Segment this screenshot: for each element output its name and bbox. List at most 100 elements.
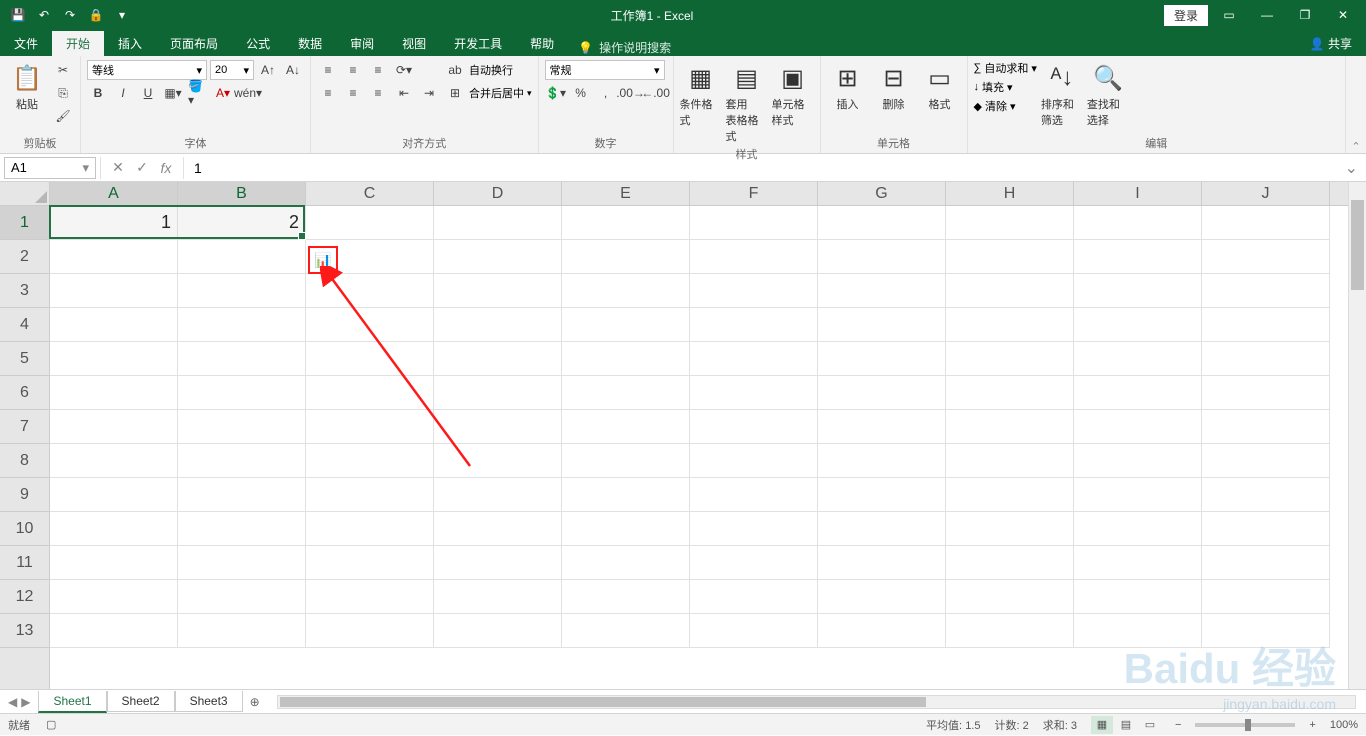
row-header-3[interactable]: 3 xyxy=(0,274,49,308)
cell[interactable] xyxy=(306,444,434,478)
cell[interactable] xyxy=(50,478,178,512)
cell[interactable] xyxy=(50,376,178,410)
cell[interactable] xyxy=(306,580,434,614)
row-header-10[interactable]: 10 xyxy=(0,512,49,546)
cell[interactable] xyxy=(946,308,1074,342)
decrease-decimal-button[interactable]: ←.00 xyxy=(645,83,667,103)
cell[interactable] xyxy=(50,240,178,274)
sheet-tab-3[interactable]: Sheet3 xyxy=(175,691,243,712)
increase-decimal-button[interactable]: .00→ xyxy=(620,83,642,103)
tab-insert[interactable]: 插入 xyxy=(104,31,156,56)
cell[interactable] xyxy=(690,376,818,410)
cell[interactable] xyxy=(306,478,434,512)
font-color-button[interactable]: A▾ xyxy=(212,83,234,103)
font-size-select[interactable]: 20▾ xyxy=(210,60,254,80)
undo-button[interactable]: ↶ xyxy=(32,3,56,27)
accounting-button[interactable]: 💲▾ xyxy=(545,83,567,103)
clear-button[interactable]: ◆清除▾ xyxy=(974,98,1037,114)
cell[interactable] xyxy=(1202,240,1330,274)
align-left-button[interactable]: ≡ xyxy=(317,83,339,103)
delete-cells-button[interactable]: ⊟删除 xyxy=(873,58,915,112)
save-button[interactable]: 💾 xyxy=(6,3,30,27)
align-middle-button[interactable]: ≡ xyxy=(342,60,364,80)
cell[interactable] xyxy=(50,580,178,614)
col-header-J[interactable]: J xyxy=(1202,182,1330,205)
bold-button[interactable]: B xyxy=(87,83,109,103)
decrease-indent-button[interactable]: ⇤ xyxy=(393,83,415,103)
share-button[interactable]: 👤 共享 xyxy=(1296,31,1366,56)
cell[interactable] xyxy=(306,512,434,546)
cell[interactable] xyxy=(178,580,306,614)
col-header-E[interactable]: E xyxy=(562,182,690,205)
tab-file[interactable]: 文件 xyxy=(0,31,52,56)
cell[interactable] xyxy=(434,410,562,444)
cell[interactable] xyxy=(690,342,818,376)
cell[interactable] xyxy=(306,546,434,580)
name-box[interactable]: A1▾ xyxy=(4,157,96,179)
cell[interactable] xyxy=(562,308,690,342)
sheet-tab-1[interactable]: Sheet1 xyxy=(38,691,106,713)
cell[interactable] xyxy=(306,410,434,444)
cell[interactable] xyxy=(306,308,434,342)
col-header-D[interactable]: D xyxy=(434,182,562,205)
autosum-button[interactable]: ∑自动求和▾ xyxy=(974,60,1037,76)
redo-button[interactable]: ↷ xyxy=(58,3,82,27)
cell[interactable] xyxy=(1202,580,1330,614)
cell[interactable] xyxy=(50,546,178,580)
cell[interactable] xyxy=(178,240,306,274)
add-sheet-button[interactable]: ⊕ xyxy=(243,695,267,709)
horizontal-scrollbar[interactable] xyxy=(277,695,1356,709)
cell[interactable] xyxy=(50,342,178,376)
cell[interactable] xyxy=(946,614,1074,648)
tab-home[interactable]: 开始 xyxy=(52,31,104,56)
cell[interactable] xyxy=(562,478,690,512)
maximize-button[interactable]: ❐ xyxy=(1288,1,1322,29)
cell[interactable] xyxy=(818,478,946,512)
align-bottom-button[interactable]: ≡ xyxy=(367,60,389,80)
cell[interactable] xyxy=(562,376,690,410)
cell[interactable] xyxy=(434,342,562,376)
cell[interactable] xyxy=(306,614,434,648)
copy-button[interactable]: ⎘ xyxy=(52,83,74,103)
wrap-text-button[interactable]: ab自动换行 xyxy=(444,60,532,80)
cell[interactable] xyxy=(562,274,690,308)
cell[interactable] xyxy=(818,580,946,614)
col-header-B[interactable]: B xyxy=(178,182,306,205)
cell[interactable] xyxy=(946,546,1074,580)
cell[interactable] xyxy=(1074,376,1202,410)
cell[interactable] xyxy=(434,274,562,308)
cell[interactable] xyxy=(562,342,690,376)
cell[interactable] xyxy=(946,478,1074,512)
zoom-slider[interactable] xyxy=(1195,723,1295,727)
ribbon-options-icon[interactable]: ▭ xyxy=(1212,1,1246,29)
cell[interactable] xyxy=(818,308,946,342)
page-break-view-button[interactable]: ▭ xyxy=(1139,716,1161,734)
find-select-button[interactable]: 🔍查找和选择 xyxy=(1087,58,1129,128)
cell[interactable] xyxy=(434,546,562,580)
cell[interactable] xyxy=(434,240,562,274)
cell[interactable] xyxy=(434,580,562,614)
cell[interactable] xyxy=(946,444,1074,478)
cell[interactable] xyxy=(1202,274,1330,308)
insert-function-button[interactable]: fx xyxy=(155,160,177,176)
format-as-table-button[interactable]: ▤套用 表格格式 xyxy=(726,58,768,144)
cell[interactable] xyxy=(178,410,306,444)
align-center-button[interactable]: ≡ xyxy=(342,83,364,103)
border-button[interactable]: ▦▾ xyxy=(162,83,184,103)
row-header-7[interactable]: 7 xyxy=(0,410,49,444)
cell-C1[interactable] xyxy=(306,206,434,240)
cell-A1[interactable]: 1 xyxy=(50,206,178,240)
cell[interactable] xyxy=(1074,580,1202,614)
cell[interactable] xyxy=(946,342,1074,376)
cell[interactable] xyxy=(1202,614,1330,648)
qat-dropdown[interactable]: ▾ xyxy=(110,3,134,27)
align-right-button[interactable]: ≡ xyxy=(367,83,389,103)
cell[interactable] xyxy=(562,512,690,546)
sheet-next-button[interactable]: ▶ xyxy=(21,695,30,709)
fill-color-button[interactable]: 🪣▾ xyxy=(187,83,209,103)
cell-H1[interactable] xyxy=(946,206,1074,240)
cancel-formula-button[interactable]: ✕ xyxy=(107,159,129,176)
cell[interactable] xyxy=(1074,444,1202,478)
zoom-in-button[interactable]: + xyxy=(1309,719,1315,731)
cell[interactable] xyxy=(1202,342,1330,376)
